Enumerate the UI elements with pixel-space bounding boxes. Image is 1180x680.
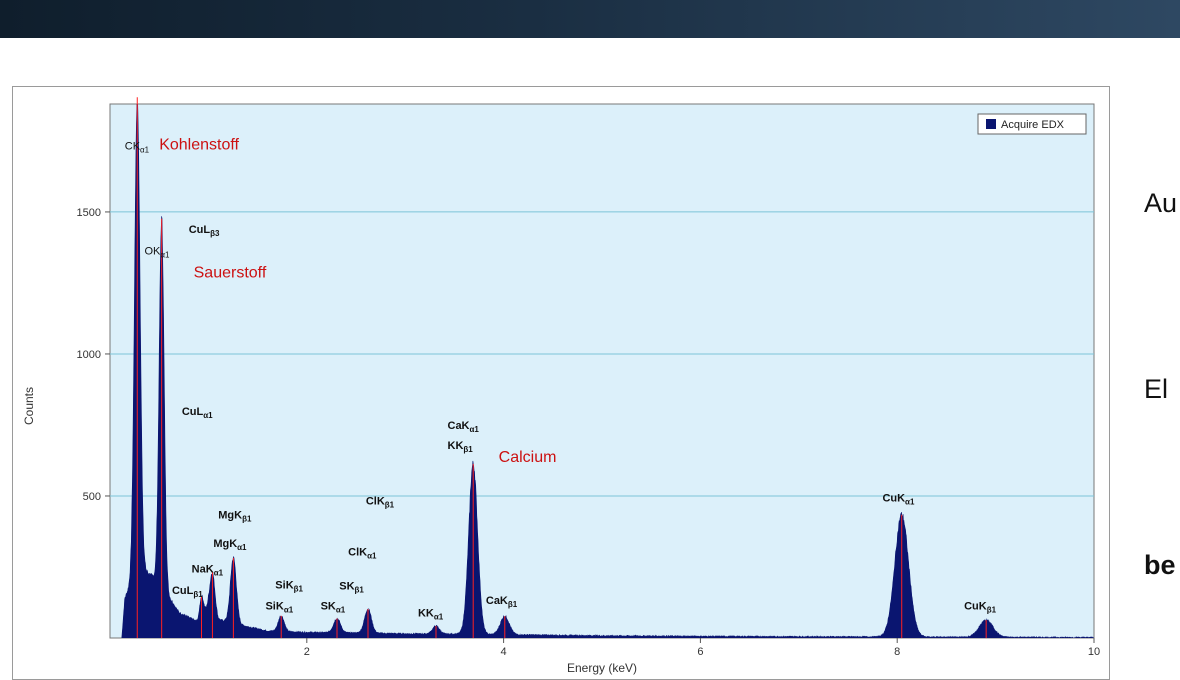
side-text-1: Au	[1144, 188, 1178, 218]
xtick-label-0: 2	[304, 646, 310, 658]
legend-label: Acquire EDX	[1001, 119, 1065, 131]
ytick-label-1: 1000	[77, 349, 101, 361]
plot-area	[109, 103, 1095, 639]
xtick-label-3: 8	[894, 646, 900, 658]
element-label-1: Sauerstoff	[194, 264, 267, 281]
spectrum-chart: 500100015002 4 6 8 10Energy (keV)CountsCKα1C…	[22, 97, 1100, 675]
ytick-label-0: 500	[83, 491, 101, 503]
element-label-2: Calcium	[499, 449, 557, 466]
chart-frame: 500 1000 1500 2 4 6 8 10 Energy (keV) Counts CKα1 C…	[12, 86, 1110, 680]
side-text-2: El	[1144, 374, 1169, 404]
xtick-label-4: 10	[1088, 646, 1100, 658]
side-text-3: be	[1144, 550, 1176, 580]
ytick-label-2: 1500	[77, 207, 101, 219]
xtick-label-1: 4	[501, 646, 507, 658]
x-axis-label: Energy (keV)	[567, 661, 637, 675]
element-label-0: Kohlenstoff	[159, 136, 239, 153]
top-banner	[0, 0, 1180, 38]
legend-swatch	[986, 119, 996, 129]
y-axis-label: Counts	[22, 387, 36, 425]
xtick-label-2: 6	[697, 646, 703, 658]
